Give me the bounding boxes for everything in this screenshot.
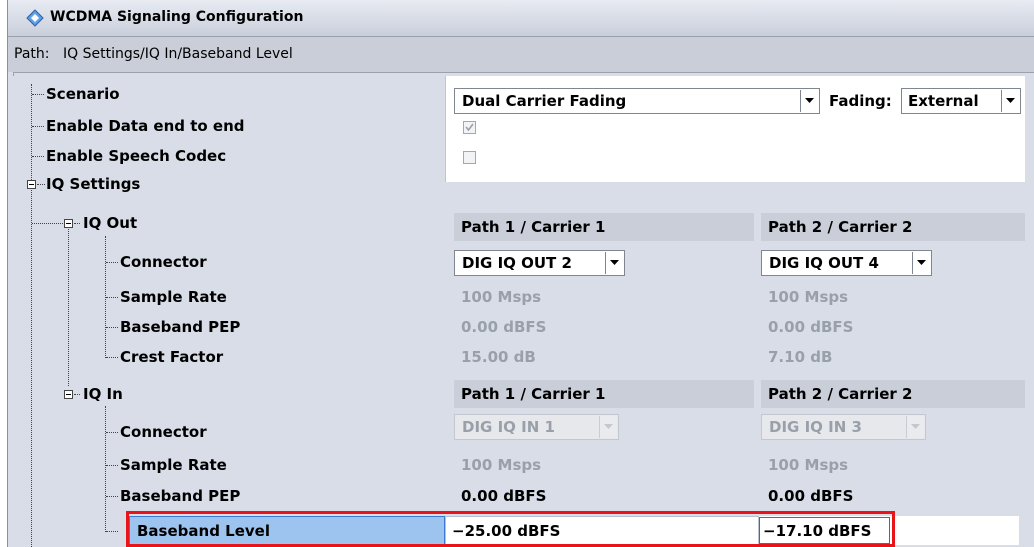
iq-in-node[interactable]: IQ In	[83, 385, 123, 403]
tree-line	[106, 262, 118, 263]
highlight-box	[126, 511, 895, 547]
tree-line	[31, 84, 32, 186]
tree-line	[32, 223, 63, 224]
iq-out-connector-path1-dropdown[interactable]: DIG IQ OUT 2	[454, 250, 625, 276]
fading-dropdown[interactable]: External	[901, 88, 1021, 114]
tree-line	[74, 223, 80, 224]
iq-out-baseband-pep-path1: 0.00 dBFS	[461, 318, 547, 336]
iq-out-sample-rate-path1: 100 Msps	[461, 288, 542, 306]
path-label: Path:	[14, 46, 50, 62]
path-bar: Path: IQ Settings/IQ In/Baseband Level	[8, 37, 1034, 73]
rohde-schwarz-logo-icon	[26, 9, 44, 27]
iq-out-sample-rate-path2: 100 Msps	[768, 288, 849, 306]
tree-line	[32, 94, 44, 95]
iq-in-header-path1: Path 1 / Carrier 1	[454, 380, 754, 408]
crest-factor-path1: 15.00 dB	[461, 348, 536, 366]
chevron-down-icon[interactable]	[800, 90, 818, 112]
tree-line	[32, 126, 44, 127]
enable-data-label: Enable Data end to end	[46, 117, 245, 135]
tree-line	[32, 156, 44, 157]
enable-speech-label: Enable Speech Codec	[46, 147, 227, 165]
chevron-down-icon	[599, 416, 617, 438]
tree-line	[106, 496, 118, 497]
tree-line	[106, 465, 118, 466]
collapse-iq-settings-icon[interactable]	[27, 180, 36, 189]
crest-factor-path2: 7.10 dB	[768, 348, 833, 366]
iq-in-sample-rate-label: Sample Rate	[120, 456, 227, 474]
iq-out-connector-path1: DIG IQ OUT 2	[462, 254, 572, 272]
tree-line	[68, 229, 69, 386]
scenario-value: Dual Carrier Fading	[462, 92, 627, 110]
window-title: WCDMA Signaling Configuration	[50, 9, 304, 25]
collapse-iq-out-icon[interactable]	[64, 219, 73, 228]
scenario-label: Scenario	[46, 85, 120, 103]
tree-line	[37, 184, 45, 185]
iq-in-header-path2: Path 2 / Carrier 2	[761, 380, 1025, 408]
path-value: IQ Settings/IQ In/Baseband Level	[63, 46, 293, 62]
iq-out-header-path2: Path 2 / Carrier 2	[761, 213, 1025, 241]
column-separator	[445, 76, 446, 182]
iq-in-connector-path1: DIG IQ IN 1	[462, 418, 555, 436]
scenario-dropdown[interactable]: Dual Carrier Fading	[454, 88, 820, 114]
iq-in-connector-path2-dropdown: DIG IQ IN 3	[761, 414, 926, 440]
iq-out-baseband-pep-path2: 0.00 dBFS	[768, 318, 854, 336]
iq-in-connector-path2: DIG IQ IN 3	[769, 418, 862, 436]
settings-grid: Scenario Enable Data end to end Enable S…	[13, 76, 1025, 547]
iq-in-connector-path1-dropdown: DIG IQ IN 1	[454, 414, 619, 440]
enable-speech-checkbox[interactable]	[463, 151, 476, 164]
fading-label: Fading:	[829, 92, 892, 110]
tree-line	[106, 357, 118, 358]
iq-out-node[interactable]: IQ Out	[83, 214, 137, 232]
iq-out-sample-rate-label: Sample Rate	[120, 288, 227, 306]
iq-settings-node[interactable]: IQ Settings	[46, 175, 140, 193]
chevron-down-icon[interactable]	[1001, 90, 1019, 112]
tree-line	[105, 406, 106, 532]
iq-out-header-path1: Path 1 / Carrier 1	[454, 213, 754, 241]
tree-line	[106, 327, 118, 328]
tree-line	[106, 297, 118, 298]
crest-factor-label: Crest Factor	[120, 348, 224, 366]
iq-out-connector-path2-dropdown[interactable]: DIG IQ OUT 4	[761, 250, 932, 276]
iq-in-connector-label: Connector	[120, 423, 207, 441]
iq-in-baseband-pep-label: Baseband PEP	[120, 487, 241, 505]
fading-value: External	[908, 92, 979, 110]
iq-in-baseband-pep-path1: 0.00 dBFS	[461, 487, 547, 505]
tree-line	[106, 432, 118, 433]
iq-in-baseband-pep-path2: 0.00 dBFS	[768, 487, 854, 505]
chevron-down-icon[interactable]	[912, 252, 930, 274]
tree-line	[106, 531, 118, 532]
iq-in-sample-rate-path1: 100 Msps	[461, 456, 542, 474]
tree-line	[74, 394, 80, 395]
title-bar: WCDMA Signaling Configuration	[8, 0, 1034, 37]
tree-line	[31, 190, 32, 547]
chevron-down-icon[interactable]	[605, 252, 623, 274]
chevron-down-icon	[906, 416, 924, 438]
iq-in-sample-rate-path2: 100 Msps	[768, 456, 849, 474]
wcdma-config-window: WCDMA Signaling Configuration Path: IQ S…	[7, 0, 1034, 547]
collapse-iq-in-icon[interactable]	[64, 390, 73, 399]
enable-data-checkbox[interactable]	[463, 121, 476, 134]
iq-out-connector-path2: DIG IQ OUT 4	[769, 254, 879, 272]
iq-out-baseband-pep-label: Baseband PEP	[120, 318, 241, 336]
checkmark-icon	[465, 123, 474, 132]
iq-out-connector-label: Connector	[120, 253, 207, 271]
